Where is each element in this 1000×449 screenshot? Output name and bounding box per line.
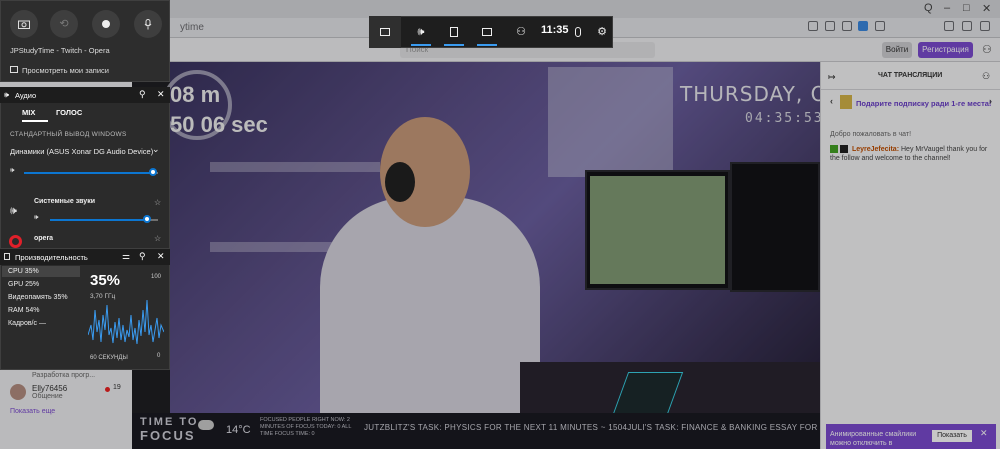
master-volume-fill bbox=[24, 172, 153, 174]
graph-y-min: 0 bbox=[157, 353, 161, 359]
metric-label: Видеопамять bbox=[8, 294, 52, 301]
active-indicator bbox=[411, 44, 431, 46]
volume-icon: 🕪 bbox=[34, 214, 39, 221]
app-name: Системные звуки bbox=[34, 198, 96, 205]
app-name: opera bbox=[34, 235, 54, 242]
xbox-social-button[interactable]: ⚇ bbox=[505, 16, 537, 48]
settings-sliders-icon[interactable]: ⚌ bbox=[122, 251, 130, 262]
performance-widget-header[interactable]: Производительность ⚌ ⚲ ✕ bbox=[0, 249, 170, 265]
default-output-label: СТАНДАРТНЫЙ ВЫВОД WINDOWS bbox=[10, 131, 127, 138]
active-indicator bbox=[444, 44, 464, 46]
cpu-usage-graph bbox=[88, 299, 164, 345]
record-button[interactable] bbox=[92, 10, 120, 38]
master-volume-slider[interactable] bbox=[149, 168, 157, 176]
metric-value: 54% bbox=[25, 307, 40, 314]
volume-icon: 🕪 bbox=[10, 167, 15, 174]
pin-icon[interactable]: ⚲ bbox=[139, 89, 146, 100]
output-device-select[interactable]: Динамики (ASUS Xonar DG Audio Device) bbox=[10, 147, 153, 156]
star-icon[interactable]: ☆ bbox=[154, 234, 161, 243]
camera-icon bbox=[18, 20, 30, 30]
metric-value: — bbox=[38, 320, 46, 327]
metric-fps[interactable]: Кадров/с — bbox=[8, 320, 46, 327]
tab-mix[interactable]: MIX bbox=[22, 108, 35, 117]
metric-label: GPU bbox=[8, 281, 24, 288]
app-volume-fill bbox=[50, 219, 147, 221]
mouse-lock-button[interactable] bbox=[565, 16, 591, 48]
metric-value: 35% bbox=[24, 268, 39, 275]
speaker-icon: 🕪 bbox=[417, 26, 425, 38]
metric-label: CPU bbox=[8, 268, 23, 275]
gallery-icon bbox=[10, 66, 18, 73]
settings-button[interactable]: ⚙ bbox=[589, 16, 615, 48]
opera-icon bbox=[9, 235, 22, 248]
record-last-button[interactable]: ⟲ bbox=[50, 10, 78, 38]
audio-widget-title: Аудио bbox=[15, 91, 37, 100]
metric-cpu[interactable]: CPU 35% bbox=[8, 268, 39, 275]
metric-value: 25% bbox=[25, 281, 40, 288]
metric-gpu[interactable]: GPU 25% bbox=[8, 281, 39, 288]
mouse-icon bbox=[575, 27, 581, 38]
speaker-icon: 🕪 bbox=[4, 90, 10, 99]
capture-target: JPStudyTime - Twitch - Opera bbox=[10, 46, 110, 55]
tab-voice[interactable]: ГОЛОС bbox=[56, 108, 82, 117]
performance-icon bbox=[482, 28, 492, 37]
pin-icon[interactable]: ⚲ bbox=[139, 251, 146, 262]
metric-vram[interactable]: Видеопамять 35% bbox=[8, 294, 68, 301]
graph-x-label: 60 СЕКУНДЫ bbox=[90, 355, 128, 361]
microphone-icon bbox=[144, 18, 152, 30]
gear-icon: ⚙ bbox=[597, 26, 607, 38]
audio-widget-header[interactable]: 🕪 Аудио ⚲ ✕ bbox=[0, 87, 170, 103]
widget-menu-button[interactable] bbox=[369, 16, 401, 48]
widget-menu-icon bbox=[380, 28, 390, 37]
metric-ram[interactable]: RAM 54% bbox=[8, 307, 40, 314]
record-icon bbox=[102, 20, 110, 29]
performance-widget-title: Производительность bbox=[15, 253, 88, 262]
metric-value: 35% bbox=[53, 294, 68, 301]
screen: ytime Q – □ ✕ Поиск Войти Регистрация ⚇ … bbox=[0, 0, 1000, 449]
chevron-down-icon[interactable]: ⌄ bbox=[152, 144, 160, 155]
metric-label: Кадров/с bbox=[8, 320, 38, 327]
capture-icon bbox=[450, 27, 458, 38]
microphone-button[interactable] bbox=[134, 10, 162, 38]
system-sounds-icon: 🕪 bbox=[10, 205, 17, 217]
star-icon[interactable]: ☆ bbox=[154, 198, 161, 207]
active-indicator bbox=[477, 44, 497, 46]
close-icon[interactable]: ✕ bbox=[157, 251, 165, 262]
tab-underline bbox=[22, 120, 48, 122]
app-volume-slider[interactable] bbox=[143, 215, 151, 223]
view-recordings-link[interactable]: Просмотреть мои записи bbox=[22, 66, 109, 75]
screenshot-button[interactable] bbox=[10, 10, 38, 38]
people-icon: ⚇ bbox=[516, 26, 526, 38]
close-icon[interactable]: ✕ bbox=[157, 89, 165, 100]
metric-label: RAM bbox=[8, 307, 24, 314]
monitor-icon bbox=[4, 253, 10, 260]
